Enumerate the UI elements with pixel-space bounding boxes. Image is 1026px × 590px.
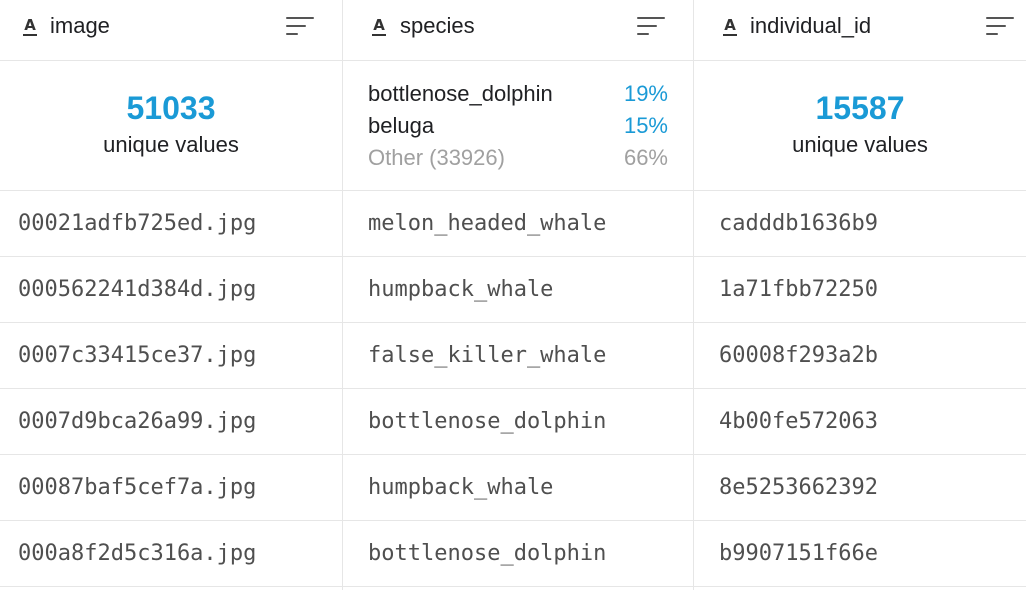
table-row[interactable]: 4b00fe572063: [694, 389, 1026, 455]
table-row[interactable]: 0007c33415ce37.jpg: [0, 323, 342, 389]
column-header[interactable]: A image: [0, 0, 342, 61]
table-row[interactable]: 00087baf5cef7a.jpg: [0, 455, 342, 521]
table-cell[interactable]: cadddb1636b9: [719, 209, 878, 239]
column-name[interactable]: individual_id: [750, 12, 871, 40]
column-summary: bottlenose_dolphin 19% beluga 15% Other …: [343, 61, 693, 191]
table-cell[interactable]: 000562241d384d.jpg: [18, 275, 256, 305]
sort-icon[interactable]: [286, 16, 314, 36]
top-value-row-other: Other (33926) 66%: [368, 143, 668, 173]
column-image: A image 51033 unique values 00021adfb725…: [0, 0, 343, 590]
table-cell[interactable]: humpback_whale: [368, 473, 553, 503]
table-cell[interactable]: bottlenose_dolphin: [368, 407, 606, 437]
column-header[interactable]: A species: [343, 0, 693, 61]
table-cell[interactable]: humpback_whale: [368, 275, 553, 305]
unique-label: unique values: [103, 132, 239, 157]
table-row[interactable]: humpback_whale: [343, 257, 693, 323]
table-cell[interactable]: b9907151f66e: [719, 539, 878, 569]
top-value-label: Other (33926): [368, 145, 505, 170]
table-cell[interactable]: 8e5253662392: [719, 473, 878, 503]
table-row[interactable]: 000a8f2d5c316a.jpg: [0, 521, 342, 587]
unique-count: 15587: [815, 90, 905, 126]
table-cell[interactable]: false_killer_whale: [368, 341, 606, 371]
column-summary: 51033 unique values: [0, 61, 342, 191]
table-row[interactable]: b9907151f66e: [694, 521, 1026, 587]
table-cell[interactable]: 0007c33415ce37.jpg: [18, 341, 256, 371]
unique-label: unique values: [792, 132, 928, 157]
table-cell[interactable]: 00021adfb725ed.jpg: [18, 209, 256, 239]
column-species: A species bottlenose_dolphin 19% beluga …: [343, 0, 694, 590]
top-value-label: bottlenose_dolphin: [368, 81, 553, 106]
sort-icon[interactable]: [637, 16, 665, 36]
table-cell[interactable]: 4b00fe572063: [719, 407, 878, 437]
table-cell[interactable]: 0007d9bca26a99.jpg: [18, 407, 256, 437]
top-value-percent: 15%: [623, 113, 668, 138]
table-row[interactable]: humpback_whale: [343, 455, 693, 521]
table-cell[interactable]: 00087baf5cef7a.jpg: [18, 473, 256, 503]
column-header[interactable]: A individual_id: [694, 0, 1026, 61]
data-table: A image 51033 unique values 00021adfb725…: [0, 0, 1026, 590]
table-row[interactable]: 1a71fbb72250: [694, 257, 1026, 323]
unique-count: 51033: [126, 90, 216, 126]
table-cell[interactable]: melon_headed_whale: [368, 209, 606, 239]
sort-icon[interactable]: [986, 16, 1014, 36]
table-row[interactable]: false_killer_whale: [343, 323, 693, 389]
table-cell[interactable]: 1a71fbb72250: [719, 275, 878, 305]
string-type-icon: A: [371, 16, 387, 36]
table-row[interactable]: 000562241d384d.jpg: [0, 257, 342, 323]
table-row[interactable]: bottlenose_dolphin: [343, 521, 693, 587]
column-name[interactable]: image: [50, 12, 110, 40]
table-row[interactable]: 0007d9bca26a99.jpg: [0, 389, 342, 455]
top-value-row: bottlenose_dolphin 19%: [368, 79, 668, 109]
table-cell[interactable]: 60008f293a2b: [719, 341, 878, 371]
table-row[interactable]: bottlenose_dolphin: [343, 389, 693, 455]
string-type-icon: A: [22, 16, 38, 36]
table-row[interactable]: 8e5253662392: [694, 455, 1026, 521]
top-value-percent: 19%: [623, 81, 668, 106]
top-value-label: beluga: [368, 113, 435, 138]
string-type-icon: A: [722, 16, 738, 36]
column-individual-id: A individual_id 15587 unique values cadd…: [694, 0, 1026, 590]
column-summary: 15587 unique values: [694, 61, 1026, 191]
top-value-row: beluga 15%: [368, 111, 668, 141]
column-name[interactable]: species: [400, 12, 475, 40]
table-row[interactable]: cadddb1636b9: [694, 191, 1026, 257]
table-row[interactable]: 00021adfb725ed.jpg: [0, 191, 342, 257]
table-cell[interactable]: bottlenose_dolphin: [368, 539, 606, 569]
top-value-percent: 66%: [623, 145, 668, 170]
table-cell[interactable]: 000a8f2d5c316a.jpg: [18, 539, 256, 569]
table-row[interactable]: 60008f293a2b: [694, 323, 1026, 389]
table-row[interactable]: melon_headed_whale: [343, 191, 693, 257]
